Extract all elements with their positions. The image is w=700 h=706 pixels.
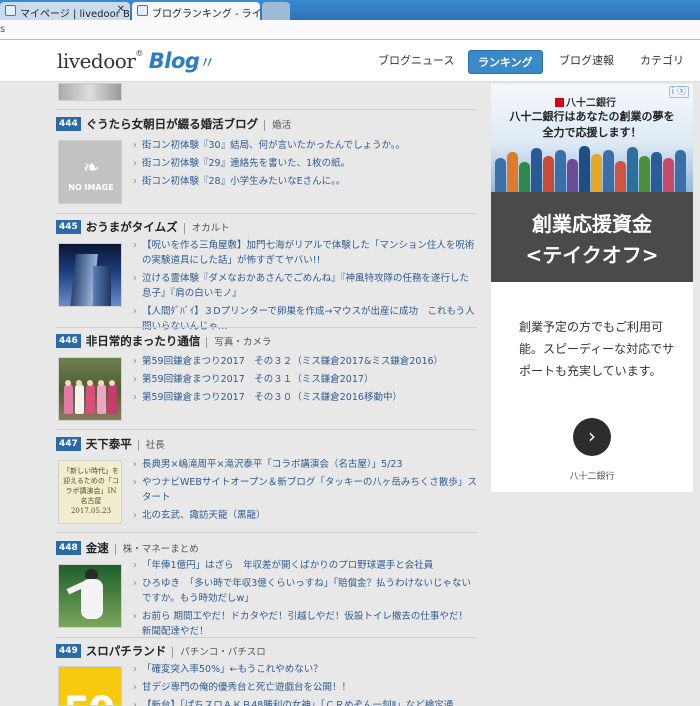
tab-title: マイページ | livedoor B <box>20 9 130 20</box>
entry-445-thumbnail[interactable] <box>58 243 122 307</box>
category-link[interactable]: パチンコ・パチスロ <box>172 647 266 658</box>
divider <box>56 109 477 110</box>
category-link[interactable]: オカルト <box>183 223 230 234</box>
divider <box>56 532 477 533</box>
close-icon[interactable]: ✕ <box>117 4 125 15</box>
wing-icon: 〃 <box>199 53 215 72</box>
article-link[interactable]: やつナビWEBサイトオープン＆新ブログ「タッキーの八ヶ岳みちくさ散歩」スタート <box>133 475 477 505</box>
feather-icon: ❧ <box>83 155 100 179</box>
address-bar[interactable]: s <box>0 20 700 40</box>
article-link[interactable]: ひろゆき 「多い時で年収3億くらいっすね」「賠償金？払うわけないじゃないですか。… <box>133 576 477 606</box>
article-link[interactable]: 街コン初体験『30』結局、何が言いたかったんでしょうか。。 <box>133 138 477 153</box>
thumbnail-caption: 「新しい時代」を迎えるための「コラボ講演会」IN 名古屋 2017.05.23 <box>63 467 119 515</box>
article-link[interactable]: 街コン初体験『29』連絡先を書いた、1枚の紙。 <box>133 156 477 171</box>
livedoor-blog-logo[interactable]: livedoor® Blog〃 <box>57 49 215 73</box>
article-link[interactable]: 長典男×嶋滝周平×滝沢泰平「コラボ講演会（名古屋）」5/23 <box>133 457 477 472</box>
ad-product-name: 創業応援資金 <box>532 212 652 236</box>
entry-448-thumbnail[interactable] <box>58 564 122 628</box>
ad-description: 創業予定の方でもご利用可能。スピーディーな対応でサポートも充実しています。 <box>519 320 675 378</box>
article-link[interactable]: 街コン初体験『28』小学生みたいなEさんに。。 <box>133 174 477 189</box>
entry-447-articles: 長典男×嶋滝周平×滝沢泰平「コラボ講演会（名古屋）」5/23 やつナビWEBサイ… <box>133 457 477 526</box>
blog-name-link[interactable]: ぐうたら女朝日が綴る婚活ブログ <box>86 117 258 131</box>
entry-444-articles: 街コン初体験『30』結局、何が言いたかったんでしょうか。。 街コン初体験『29』… <box>133 138 477 192</box>
ad-product-subname: <テイクオフ> <box>525 243 659 267</box>
article-link[interactable]: 第59回鎌倉まつり2017 その３２（ミス鎌倉2017&ミス鎌倉2016） <box>133 354 477 369</box>
category-link[interactable]: 婚活 <box>264 120 292 131</box>
entry-448-title: 448 金速 株・マネーまとめ <box>56 540 199 556</box>
tab-title: ブログランキング - ライ <box>152 9 260 20</box>
rank-badge: 448 <box>56 541 81 555</box>
entry-444-title: 444 ぐうたら女朝日が綴る婚活ブログ 婚活 <box>56 116 292 132</box>
entry-446-articles: 第59回鎌倉まつり2017 その３２（ミス鎌倉2017&ミス鎌倉2016） 第5… <box>133 354 477 408</box>
article-link[interactable]: 【新台】「ぱちスロＡＫＢ48勝利の女神」「ＣＲめぞん一刻Ⅱ」など検定通過！！ <box>133 698 477 706</box>
browser-tab-ranking[interactable]: ブログランキング - ライ <box>132 2 260 20</box>
address-text: s <box>0 24 6 35</box>
blog-name-link[interactable]: おうまがタイムズ <box>86 220 178 234</box>
new-tab-button[interactable] <box>262 2 290 20</box>
chevron-right-icon[interactable]: › <box>573 418 611 456</box>
ad-headline: 全力で応援します！ <box>542 126 642 139</box>
blog-name-link[interactable]: 金速 <box>86 541 109 555</box>
site-header: livedoor® Blog〃 ブログニュース ランキング ブログ速報 カテゴリ <box>0 40 700 82</box>
blog-name-link[interactable]: 非日常的まったり通信 <box>86 334 201 348</box>
divider <box>56 327 477 328</box>
entry-446-title: 446 非日常的まったり通信 写真・カメラ <box>56 333 272 349</box>
previous-entry-thumbnail[interactable] <box>58 83 122 101</box>
article-link[interactable]: 【呪いを作る三角屋敷】加門七海がリアルで体験した「マンション住人を呪術の実験道具… <box>133 238 477 268</box>
crowd-illustration <box>491 140 693 192</box>
nav-blog-news[interactable]: ブログニュース <box>378 52 454 68</box>
browser-tab-mypage[interactable]: マイページ | livedoor B ✕ <box>0 2 130 20</box>
nav-ranking[interactable]: ランキング <box>468 50 543 74</box>
entry-446-thumbnail[interactable] <box>58 357 122 421</box>
blog-name-link[interactable]: 天下泰平 <box>86 437 132 451</box>
article-link[interactable]: 第59回鎌倉まつり2017 その３０（ミス鎌倉2016移動中） <box>133 390 477 405</box>
category-link[interactable]: 株・マネーまとめ <box>114 544 199 555</box>
article-link[interactable]: 第59回鎌倉まつり2017 その３１（ミス鎌倉2017） <box>133 372 477 387</box>
adchoices-icon[interactable]: i ⓧ <box>668 86 689 98</box>
nav-blog-flash[interactable]: ブログ速報 <box>559 52 614 68</box>
article-link[interactable]: 「確変突入率50%」←もうこれやめない？ <box>133 662 477 677</box>
rank-badge: 449 <box>56 644 81 658</box>
bank-logo: 八十二銀行 <box>555 94 616 109</box>
entry-447-title: 447 天下泰平 社長 <box>56 436 165 452</box>
entry-445-articles: 【呪いを作る三角屋敷】加門七海がリアルで体験した「マンション住人を呪術の実験道具… <box>133 238 477 337</box>
article-link[interactable]: 北の玄武、諏訪天龍（黒龍） <box>133 508 477 523</box>
entry-447-thumbnail[interactable]: 「新しい時代」を迎えるための「コラボ講演会」IN 名古屋 2017.05.23 <box>58 460 122 524</box>
divider <box>56 213 477 214</box>
divider <box>56 429 477 430</box>
article-link[interactable]: 泣ける霊体験『ダメなおかあさんでごめんね』『神風特攻隊の任務を遂行した息子』『肩… <box>133 271 477 301</box>
page-icon <box>5 5 16 16</box>
entry-445-title: 445 おうまがタイムズ オカルト <box>56 219 230 235</box>
ad-headline: 八十二銀行はあなたの創業の夢を <box>509 110 675 123</box>
rank-badge: 446 <box>56 334 81 348</box>
entry-449-articles: 「確変突入率50%」←もうこれやめない？ 甘デジ専門の俺的優秀台と死亡遊戯台を公… <box>133 662 477 706</box>
ad-sponsor-name[interactable]: 八十二銀行 <box>491 469 693 482</box>
entry-448-articles: 「年俸1億円」はざら 年収差が開くばかりのプロ野球選手と会社員 ひろゆき 「多い… <box>133 558 477 642</box>
category-link[interactable]: 社長 <box>137 440 165 451</box>
article-link[interactable]: お前ら 期間工やだ！ドカタやだ！引越しやだ！仮設トイレ撤去の仕事やだ！新聞配達や… <box>133 609 477 639</box>
nav-category[interactable]: カテゴリ <box>640 52 684 68</box>
entry-449-thumbnail[interactable]: 50 <box>58 666 122 706</box>
no-image-label: NO IMAGE <box>68 183 114 192</box>
article-link[interactable]: 甘デジ専門の俺的優秀台と死亡遊戯台を公開！！ <box>133 680 477 695</box>
rank-badge: 445 <box>56 220 81 234</box>
advertisement[interactable]: 八十二銀行 八十二銀行はあなたの創業の夢を 全力で応援します！ i ⓧ 創業応援… <box>491 84 693 492</box>
page-icon <box>137 5 148 16</box>
rank-badge: 444 <box>56 117 81 131</box>
blog-name-link[interactable]: スロパチランド <box>86 644 167 658</box>
entry-449-title: 449 スロパチランド パチンコ・パチスロ <box>56 643 266 659</box>
ad-product-panel[interactable]: 創業応援資金 <テイクオフ> <box>491 192 693 282</box>
divider <box>56 637 477 638</box>
article-link[interactable]: 【人間ﾀﾞﾊﾞｲ】３Dプリンターで卵巣を作成→マウスが出産に成功 これもう人間い… <box>133 304 477 334</box>
article-link[interactable]: 「年俸1億円」はざら 年収差が開くばかりのプロ野球選手と会社員 <box>133 558 477 573</box>
browser-tabbar: マイページ | livedoor B ✕ ブログランキング - ライ <box>0 0 700 20</box>
category-link[interactable]: 写真・カメラ <box>206 337 272 348</box>
ad-banner-image[interactable]: 八十二銀行 八十二銀行はあなたの創業の夢を 全力で応援します！ <box>491 84 693 192</box>
rank-badge: 447 <box>56 437 81 451</box>
entry-444-thumbnail[interactable]: ❧ NO IMAGE <box>58 140 122 204</box>
